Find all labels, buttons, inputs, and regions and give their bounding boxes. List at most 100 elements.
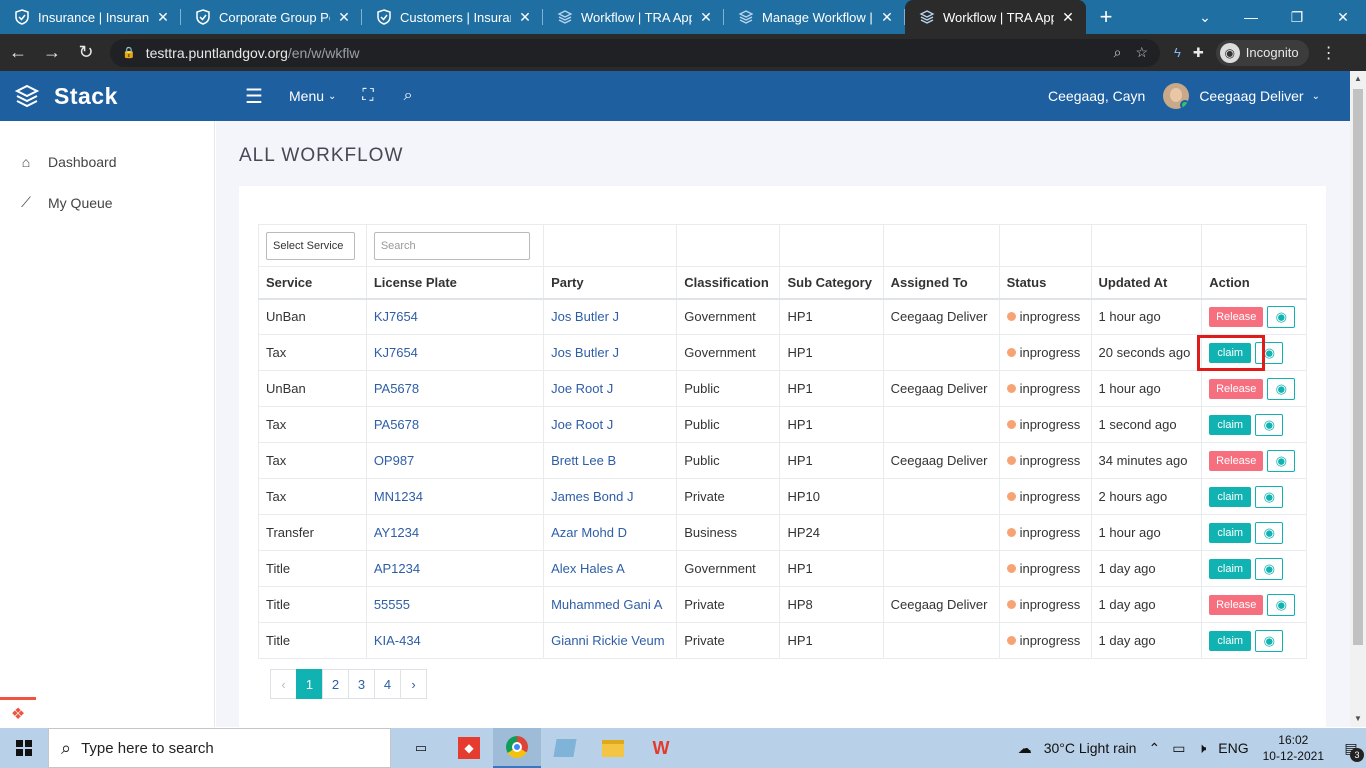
release-button[interactable]: Release (1209, 594, 1264, 615)
browser-tab[interactable]: Workflow | TRA App ✕ (905, 0, 1086, 34)
party-link[interactable]: Joe Root J (551, 417, 613, 432)
view-eye-icon[interactable]: ◉ (1255, 341, 1284, 364)
view-eye-icon[interactable]: ◉ (1267, 593, 1296, 616)
close-icon[interactable]: ✕ (155, 9, 171, 26)
wps-office-icon[interactable]: W (637, 728, 685, 768)
license-plate-link[interactable]: 55555 (374, 597, 410, 612)
anydesk-icon[interactable]: ◆ (445, 728, 493, 768)
view-eye-icon[interactable]: ◉ (1267, 305, 1296, 328)
extensions-puzzle-icon[interactable]: ✚ (1193, 45, 1204, 61)
pagination-page[interactable]: 2 (322, 669, 349, 699)
url-omnibox[interactable]: 🔒 testtra.puntlandgov.org/en/w/wkflw ⌕ ☆ (110, 38, 1160, 67)
sidebar-item-my-queue[interactable]: ⟋ My Queue (0, 182, 214, 223)
notification-center-icon[interactable]: ▤ 3 (1336, 728, 1366, 768)
restore-button[interactable]: ❐ (1274, 0, 1320, 34)
user-role-dropdown[interactable]: Ceegaag Deliver (1199, 88, 1303, 104)
party-link[interactable]: Jos Butler J (551, 309, 619, 324)
pagination-page[interactable]: 4 (374, 669, 401, 699)
clock[interactable]: 16:02 10-12-2021 (1263, 732, 1324, 764)
party-link[interactable]: Brett Lee B (551, 453, 616, 468)
minimize-button[interactable]: — (1228, 0, 1274, 34)
menu-dropdown[interactable]: Menu ⌄ (289, 88, 336, 104)
sidebar-item-dashboard[interactable]: ⌂ Dashboard (0, 141, 214, 182)
search-icon[interactable]: ⌕ (404, 87, 413, 105)
pagination-page[interactable]: 3 (348, 669, 375, 699)
close-icon[interactable]: ✕ (698, 9, 714, 26)
release-button[interactable]: Release (1209, 378, 1264, 399)
search-input[interactable]: Search (373, 231, 530, 260)
extension-bolt-icon[interactable]: ϟ (1174, 45, 1181, 60)
windows-start-button[interactable] (0, 728, 48, 768)
page-scrollbar[interactable]: ▲ ▼ (1350, 71, 1366, 727)
pagination-prev[interactable]: ‹ (270, 669, 297, 699)
column-header[interactable]: Assigned To (882, 266, 1000, 300)
bookmark-star-icon[interactable]: ☆ (1135, 44, 1148, 61)
column-header[interactable]: Action (1201, 266, 1307, 300)
reload-button[interactable]: ↻ (70, 37, 102, 69)
column-header[interactable]: Updated At (1090, 266, 1203, 300)
license-plate-link[interactable]: AY1234 (374, 525, 419, 540)
release-button[interactable]: Release (1209, 450, 1264, 471)
language-indicator[interactable]: ENG (1218, 740, 1248, 756)
scroll-down-arrow-icon[interactable]: ▼ (1350, 711, 1366, 727)
column-header[interactable]: Service (258, 266, 367, 300)
party-link[interactable]: James Bond J (551, 489, 633, 504)
notepad-icon[interactable] (541, 728, 589, 768)
column-header[interactable]: Classification (676, 266, 781, 300)
chrome-icon[interactable] (493, 728, 541, 768)
file-explorer-icon[interactable] (589, 728, 637, 768)
forward-button[interactable]: → (36, 37, 68, 69)
party-link[interactable]: Muhammed Gani A (551, 597, 662, 612)
party-link[interactable]: Joe Root J (551, 381, 613, 396)
release-button[interactable]: Release (1209, 306, 1264, 327)
license-plate-link[interactable]: KJ7654 (374, 345, 418, 360)
weather-icon[interactable]: ☁ (1018, 740, 1032, 757)
service-select[interactable]: Select Service (266, 231, 355, 260)
claim-button[interactable]: claim (1209, 522, 1252, 543)
column-header[interactable]: License Plate (365, 266, 545, 300)
task-view-icon[interactable]: ▭ (397, 728, 445, 768)
column-header[interactable]: Sub Category (779, 266, 884, 300)
view-eye-icon[interactable]: ◉ (1255, 629, 1284, 652)
party-link[interactable]: Gianni Rickie Veum (551, 633, 664, 648)
license-plate-link[interactable]: KIA-434 (374, 633, 421, 648)
pagination-next[interactable]: › (400, 669, 427, 699)
license-plate-link[interactable]: OP987 (374, 453, 414, 468)
browser-tab[interactable]: Corporate Group Polic ✕ (181, 0, 362, 34)
license-plate-link[interactable]: PA5678 (374, 381, 419, 396)
zoom-search-icon[interactable]: ⌕ (1114, 44, 1122, 61)
browser-tab[interactable]: Workflow | TRA App ✕ (543, 0, 724, 34)
taskbar-search-box[interactable]: ⌕ Type here to search (48, 728, 391, 768)
license-plate-link[interactable]: KJ7654 (374, 309, 418, 324)
view-eye-icon[interactable]: ◉ (1255, 485, 1284, 508)
close-window-button[interactable]: ✕ (1320, 0, 1366, 34)
pagination-page[interactable]: 1 (296, 669, 323, 699)
back-button[interactable]: ← (2, 37, 34, 69)
license-plate-link[interactable]: AP1234 (374, 561, 420, 576)
party-link[interactable]: Jos Butler J (551, 345, 619, 360)
fullscreen-icon[interactable]: ⛶ (362, 87, 373, 105)
license-plate-link[interactable]: MN1234 (374, 489, 423, 504)
volume-muted-icon[interactable]: 🕨 (1197, 740, 1206, 757)
network-icon[interactable]: ▭ (1172, 740, 1185, 757)
license-plate-link[interactable]: PA5678 (374, 417, 419, 432)
view-eye-icon[interactable]: ◉ (1255, 521, 1284, 544)
tab-search-chevron-icon[interactable]: ⌄ (1182, 0, 1228, 34)
browser-tab[interactable]: Customers | Insurance ✕ (362, 0, 543, 34)
claim-button[interactable]: claim (1209, 486, 1252, 507)
tray-chevron-up-icon[interactable]: ⌃ (1148, 740, 1160, 757)
column-header[interactable]: Status (998, 266, 1092, 300)
claim-button[interactable]: claim (1209, 630, 1252, 651)
close-icon[interactable]: ✕ (879, 9, 895, 26)
incognito-indicator[interactable]: ◉ Incognito (1215, 39, 1309, 66)
close-icon[interactable]: ✕ (336, 9, 352, 26)
scroll-up-arrow-icon[interactable]: ▲ (1350, 71, 1366, 87)
browser-tab[interactable]: Insurance | Insurance ✕ (0, 0, 181, 34)
browser-tab[interactable]: Manage Workflow | TF ✕ (724, 0, 905, 34)
view-eye-icon[interactable]: ◉ (1255, 413, 1284, 436)
new-tab-button[interactable]: + (1086, 0, 1126, 34)
laravel-debug-icon[interactable]: ❖ (0, 697, 36, 727)
party-link[interactable]: Alex Hales A (551, 561, 625, 576)
weather-text[interactable]: 30°C Light rain (1044, 740, 1137, 756)
claim-button[interactable]: claim (1209, 342, 1252, 363)
